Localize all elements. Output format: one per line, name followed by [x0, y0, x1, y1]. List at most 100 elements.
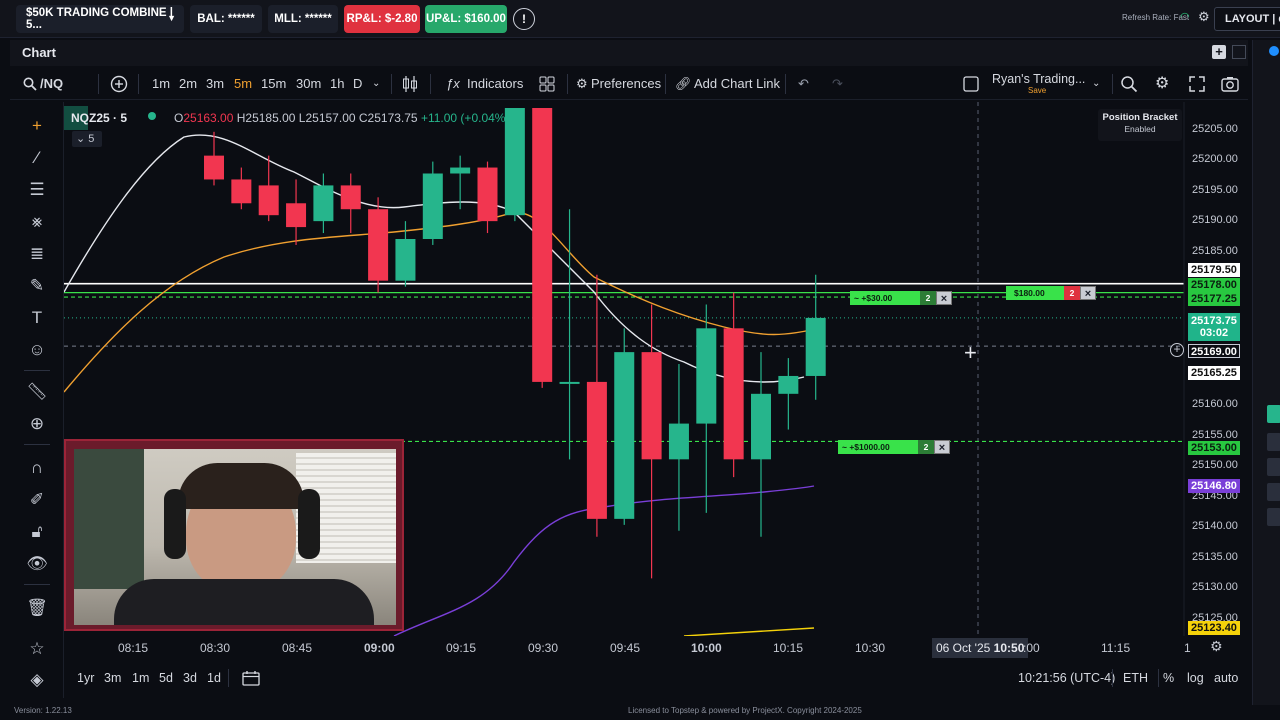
gear-icon[interactable]: ⚙ — [1155, 73, 1169, 93]
candle-body — [668, 423, 689, 460]
zoom-in-icon[interactable]: ⊕ — [26, 413, 48, 435]
legend-open: 25163.00 — [183, 111, 234, 125]
trash-icon[interactable]: 🗑︎ — [26, 597, 48, 619]
pattern-icon[interactable]: ⨳ — [26, 211, 48, 233]
window-icon[interactable] — [1232, 45, 1246, 59]
top-bar: $50K TRADING COMBINE | 5... ▼ BAL: *****… — [0, 0, 1280, 38]
last-price-tag: 25173.75 03:02 — [1188, 313, 1240, 341]
crosshair-icon[interactable]: + — [26, 115, 48, 137]
account-label: $50K TRADING COMBINE | 5... — [26, 7, 173, 31]
eye-icon[interactable]: 👁︎ — [26, 553, 48, 575]
checkbox-icon[interactable] — [963, 76, 979, 92]
order-label-position[interactable]: $180.00 2 × — [1006, 286, 1096, 300]
side-button[interactable] — [1267, 458, 1280, 476]
mll-badge[interactable]: MLL: ****** — [268, 5, 338, 33]
layout-button[interactable]: LAYOUT | de — [1214, 7, 1280, 31]
session-toggle[interactable]: ETH — [1123, 671, 1148, 685]
add-panel-icon[interactable]: + — [1212, 45, 1226, 59]
horizontal-lines-icon[interactable]: ☰ — [26, 179, 48, 201]
account-selector[interactable]: $50K TRADING COMBINE | 5... ▼ — [16, 5, 184, 33]
time-axis[interactable]: 08:15 08:30 08:45 09:00 09:15 09:30 09:4… — [64, 636, 1248, 658]
order-qty: 2 — [920, 291, 936, 305]
lower-band — [683, 627, 815, 636]
magnet-icon[interactable]: ∩ — [26, 457, 48, 479]
calendar-icon[interactable] — [242, 670, 260, 686]
range-3m[interactable]: 3m — [104, 671, 121, 685]
settings-cog-icon[interactable]: ⚙ — [576, 76, 588, 92]
study-toggle[interactable]: ⌄ 5 — [72, 131, 102, 147]
timeframe-30m[interactable]: 30m — [296, 76, 321, 91]
person-shirt — [114, 579, 374, 625]
chevron-down-icon[interactable]: ⌄ — [1092, 78, 1100, 89]
range-5d[interactable]: 5d — [159, 671, 173, 685]
range-1m[interactable]: 1m — [132, 671, 149, 685]
templates-grid-icon[interactable] — [539, 76, 555, 92]
fullscreen-icon[interactable] — [1189, 76, 1205, 92]
balance-badge[interactable]: BAL: ****** — [190, 5, 262, 33]
save-label[interactable]: Save — [1028, 86, 1046, 95]
gear-icon[interactable]: ⚙ — [1198, 9, 1210, 25]
preferences-button[interactable]: Preferences — [591, 76, 661, 91]
camera-icon[interactable] — [1221, 76, 1239, 92]
timeframe-5m[interactable]: 5m — [234, 76, 252, 91]
timeframe-15m[interactable]: 15m — [261, 76, 286, 91]
buy-button[interactable] — [1267, 405, 1280, 423]
link-icon[interactable]: 🔗︎ — [675, 76, 692, 92]
zoom-magnifier-icon[interactable] — [1120, 75, 1138, 93]
candle-type-icon[interactable] — [402, 75, 418, 93]
fib-icon[interactable]: ≣ — [26, 243, 48, 265]
info-icon[interactable]: ! — [513, 8, 535, 30]
indicators-button[interactable]: Indicators — [467, 76, 523, 91]
ruler-icon[interactable]: 📏︎ — [26, 381, 48, 403]
range-3d[interactable]: 3d — [183, 671, 197, 685]
position-bracket-badge[interactable]: Position Bracket Enabled — [1098, 109, 1182, 141]
side-button[interactable] — [1267, 508, 1280, 526]
layers-icon[interactable]: ◈ — [26, 669, 48, 691]
lock-drawing-icon[interactable]: ✐ — [26, 489, 48, 511]
layout-name[interactable]: Ryan's Trading... — [992, 72, 1085, 86]
timeframe-1h[interactable]: 1h — [330, 76, 344, 91]
range-1d[interactable]: 1d — [207, 671, 221, 685]
text-icon[interactable]: T — [26, 307, 48, 329]
brush-icon[interactable]: ✎ — [26, 275, 48, 297]
order-label-target[interactable]: ~ +$30.00 2 × — [850, 291, 952, 305]
gear-icon[interactable]: ⚙ — [1210, 638, 1223, 655]
time-label: 09:45 — [610, 641, 641, 655]
price-tag-green: 25177.25 — [1188, 292, 1240, 306]
symbol-search[interactable]: /NQ — [40, 76, 63, 91]
order-label-stop[interactable]: ~ +$1000.00 2 × — [838, 440, 950, 454]
chevron-down-icon[interactable]: ⌄ — [372, 78, 380, 89]
percent-toggle[interactable]: % — [1163, 671, 1174, 685]
close-icon[interactable]: × — [934, 440, 950, 454]
unrealized-pnl-badge[interactable]: UP&L: $160.00 — [425, 5, 507, 33]
legend-symbol[interactable]: NQZ25 · 5 — [71, 111, 127, 125]
headphone-left — [164, 489, 186, 559]
add-symbol-icon[interactable] — [110, 75, 128, 93]
timeframe-d[interactable]: D — [353, 76, 362, 91]
range-1yr[interactable]: 1yr — [77, 671, 94, 685]
auto-toggle[interactable]: auto — [1214, 671, 1238, 685]
redo-icon[interactable]: ↷ — [832, 76, 843, 92]
realized-pnl-badge[interactable]: RP&L: $-2.80 — [344, 5, 420, 33]
add-chart-link-button[interactable]: Add Chart Link — [694, 76, 780, 91]
lock-icon[interactable]: 🔓︎ — [26, 521, 48, 543]
candle-body — [614, 352, 635, 519]
side-button[interactable] — [1267, 433, 1280, 451]
star-icon[interactable]: ☆ — [26, 638, 48, 660]
close-icon[interactable]: × — [936, 291, 952, 305]
timeframe-2m[interactable]: 2m — [179, 76, 197, 91]
timeframe-3m[interactable]: 3m — [206, 76, 224, 91]
side-button[interactable] — [1267, 483, 1280, 501]
timeframe-1m[interactable]: 1m — [152, 76, 170, 91]
log-toggle[interactable]: log — [1187, 671, 1204, 685]
undo-icon[interactable]: ↶ — [798, 76, 809, 92]
clock-label[interactable]: 10:21:56 (UTC-4) — [1018, 671, 1115, 685]
legend-low: 25157.00 — [305, 111, 356, 125]
close-icon[interactable]: × — [1080, 286, 1096, 300]
trendline-icon[interactable]: ⁄ — [26, 147, 48, 169]
add-order-icon[interactable]: + — [1170, 343, 1184, 357]
function-icon[interactable]: ƒx — [446, 76, 460, 91]
search-icon[interactable] — [23, 77, 37, 91]
emoji-icon[interactable]: ☺ — [26, 339, 48, 361]
candle-body — [258, 185, 279, 216]
